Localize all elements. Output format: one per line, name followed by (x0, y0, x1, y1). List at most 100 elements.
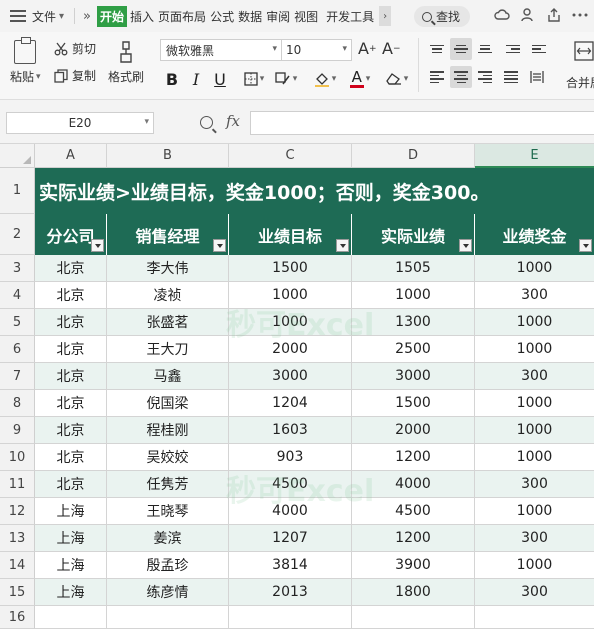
row-header[interactable]: 2 (0, 214, 35, 255)
table-cell[interactable]: 3000 (229, 363, 352, 390)
table-cell[interactable]: 北京 (35, 336, 107, 363)
row-header[interactable]: 14 (0, 552, 35, 579)
align-middle-icon[interactable] (450, 38, 472, 60)
tab-review[interactable]: 审阅 (265, 6, 291, 27)
more-options-icon[interactable] (572, 7, 588, 23)
share-icon[interactable] (546, 7, 562, 23)
tab-page-layout[interactable]: 页面布局 (157, 6, 207, 27)
table-cell[interactable]: 姜滨 (107, 525, 229, 552)
tab-view[interactable]: 视图 (293, 6, 319, 27)
cloud-sync-icon[interactable] (494, 7, 510, 23)
row-header[interactable]: 8 (0, 390, 35, 417)
sheet-title-cell[interactable]: 实际业绩>业绩目标，奖金1000；否则，奖金300。 (35, 168, 594, 214)
filter-dropdown-icon[interactable] (336, 239, 349, 252)
table-cell[interactable]: 王大刀 (107, 336, 229, 363)
table-cell[interactable]: 北京 (35, 282, 107, 309)
column-header-c[interactable]: C (229, 144, 352, 168)
paste-button[interactable]: 粘贴 ▾ (10, 68, 41, 85)
search-button[interactable]: 查找 (414, 6, 470, 27)
table-cell[interactable]: 1000 (475, 255, 594, 282)
table-cell[interactable]: 1603 (229, 417, 352, 444)
borders-icon[interactable]: ▾ (240, 68, 268, 90)
format-painter-button[interactable]: 格式刷 (108, 68, 144, 85)
insert-function-icon[interactable]: fx (226, 112, 240, 130)
row-header[interactable]: 1 (0, 168, 35, 214)
table-cell[interactable]: 4000 (229, 498, 352, 525)
clear-format-icon[interactable]: ▾ (382, 68, 412, 90)
empty-cell[interactable] (475, 606, 594, 629)
conditional-format-icon[interactable]: ▾ (272, 68, 300, 90)
table-cell[interactable]: 北京 (35, 363, 107, 390)
bold-icon[interactable]: B (164, 68, 180, 90)
table-cell[interactable]: 2013 (229, 579, 352, 606)
table-cell[interactable]: 1204 (229, 390, 352, 417)
table-cell[interactable]: 1000 (229, 282, 352, 309)
table-cell[interactable]: 1000 (352, 282, 475, 309)
more-tabs-icon[interactable]: » (83, 9, 91, 24)
format-painter-icon[interactable] (118, 40, 134, 64)
header-cell-manager[interactable]: 销售经理 (107, 214, 229, 255)
table-cell[interactable]: 程桂刚 (107, 417, 229, 444)
zoom-icon[interactable] (200, 116, 213, 129)
table-cell[interactable]: 1300 (352, 309, 475, 336)
row-header[interactable]: 6 (0, 336, 35, 363)
underline-icon[interactable]: U (212, 68, 228, 90)
table-cell[interactable]: 4500 (229, 471, 352, 498)
increase-font-size-icon[interactable]: A + (358, 39, 377, 58)
empty-cell[interactable] (107, 606, 229, 629)
font-size-select[interactable]: 10 ▾ (281, 39, 352, 61)
row-header[interactable]: 12 (0, 498, 35, 525)
copy-button[interactable]: 复制 (54, 67, 96, 84)
table-cell[interactable]: 300 (475, 579, 594, 606)
table-cell[interactable]: 3814 (229, 552, 352, 579)
paste-icon[interactable] (14, 37, 36, 64)
name-box[interactable]: E20 ▾ (6, 112, 154, 134)
align-bottom-icon[interactable] (474, 38, 496, 60)
tab-home[interactable]: 开始 (97, 5, 128, 27)
file-menu-chevron-down-icon[interactable]: ▾ (59, 11, 64, 22)
table-cell[interactable]: 1000 (475, 444, 594, 471)
table-cell[interactable]: 北京 (35, 309, 107, 336)
table-cell[interactable]: 1000 (229, 309, 352, 336)
row-header[interactable]: 11 (0, 471, 35, 498)
row-header[interactable]: 15 (0, 579, 35, 606)
table-cell[interactable]: 北京 (35, 417, 107, 444)
row-header[interactable]: 10 (0, 444, 35, 471)
header-cell-actual[interactable]: 实际业绩 (352, 214, 475, 255)
tab-developer[interactable]: 开发工具 (325, 6, 375, 27)
table-cell[interactable]: 300 (475, 282, 594, 309)
table-cell[interactable]: 1200 (352, 444, 475, 471)
table-cell[interactable]: 1000 (475, 309, 594, 336)
table-cell[interactable]: 北京 (35, 390, 107, 417)
empty-cell[interactable] (229, 606, 352, 629)
table-cell[interactable]: 300 (475, 363, 594, 390)
align-left-icon[interactable] (426, 66, 448, 88)
font-name-select[interactable]: 微软雅黑 ▾ (160, 39, 282, 61)
font-name-chevron-down-icon[interactable]: ▾ (272, 44, 277, 54)
row-header[interactable]: 3 (0, 255, 35, 282)
empty-cell[interactable] (352, 606, 475, 629)
table-cell[interactable]: 1505 (352, 255, 475, 282)
table-cell[interactable]: 1500 (352, 390, 475, 417)
row-header[interactable]: 7 (0, 363, 35, 390)
column-header-a[interactable]: A (35, 144, 107, 168)
table-cell[interactable]: 殷孟珍 (107, 552, 229, 579)
merge-center-label[interactable]: 合并居 (566, 74, 594, 91)
table-cell[interactable]: 1000 (475, 498, 594, 525)
filter-dropdown-icon[interactable] (213, 239, 226, 252)
table-cell[interactable]: 2000 (352, 417, 475, 444)
row-header[interactable]: 16 (0, 606, 35, 629)
file-menu[interactable]: 文件 (32, 8, 56, 25)
table-cell[interactable]: 4500 (352, 498, 475, 525)
table-cell[interactable]: 王晓琴 (107, 498, 229, 525)
header-cell-branch[interactable]: 分公司 (35, 214, 107, 255)
tab-data[interactable]: 数据 (237, 6, 263, 27)
select-all-corner[interactable] (0, 144, 35, 168)
indent-icon[interactable] (502, 38, 524, 60)
table-cell[interactable]: 1000 (475, 390, 594, 417)
table-cell[interactable]: 北京 (35, 471, 107, 498)
table-cell[interactable]: 北京 (35, 444, 107, 471)
formula-input[interactable] (250, 111, 594, 135)
filter-dropdown-icon[interactable] (91, 239, 104, 252)
outdent-icon[interactable] (528, 38, 550, 60)
